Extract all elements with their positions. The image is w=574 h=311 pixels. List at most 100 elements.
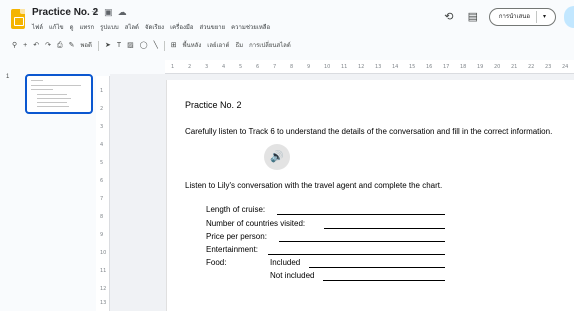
menu-insert[interactable]: แทรก <box>79 22 94 32</box>
ruler-tick: 2 <box>188 64 192 70</box>
shape-icon[interactable]: ◯ <box>140 38 148 54</box>
title-actions: ☆ ▣ ☁ <box>91 6 127 18</box>
document-title[interactable]: Practice No. 2 <box>32 7 98 18</box>
ruler-tick: 17 <box>443 64 450 70</box>
horizontal-ruler[interactable]: 1 2 3 4 5 6 7 8 9 10 11 12 13 14 15 16 1… <box>165 60 574 74</box>
new-slide-icon[interactable]: + <box>23 38 27 54</box>
toolbar-divider <box>163 41 165 51</box>
ruler-tick: 22 <box>528 64 535 70</box>
answer-blank-countries[interactable] <box>324 228 445 229</box>
undo-icon[interactable]: ↶ <box>33 38 39 54</box>
zoom-select[interactable]: พอดี <box>80 38 91 54</box>
field-label-included: Included <box>270 258 301 267</box>
thumb-line <box>37 106 69 107</box>
slide-instruction[interactable]: Carefully listen to Track 6 to understan… <box>185 126 570 138</box>
menu-format[interactable]: รูปแบบ <box>100 22 119 32</box>
vertical-ruler[interactable]: 1 2 3 4 5 6 7 8 9 10 11 12 13 <box>96 76 110 311</box>
chevron-down-icon[interactable]: ▾ <box>543 9 546 25</box>
menu-tools[interactable]: เครื่องมือ <box>170 22 193 32</box>
line-icon[interactable]: ╲ <box>154 38 158 54</box>
ruler-tick: 9 <box>307 64 311 70</box>
ruler-tick: 5 <box>100 160 104 166</box>
ruler-tick: 3 <box>205 64 209 70</box>
audio-speaker-icon[interactable]: 🔊 <box>264 144 290 170</box>
layout-button[interactable]: เลย์เอาต์ <box>207 38 229 54</box>
answer-blank-entertainment[interactable] <box>268 254 445 255</box>
ruler-tick: 5 <box>239 64 243 70</box>
ruler-tick: 13 <box>375 64 382 70</box>
ruler-tick: 7 <box>100 196 104 202</box>
move-folder-icon[interactable]: ▣ <box>104 6 113 18</box>
slides-logo-icon[interactable] <box>11 9 25 29</box>
thumb-line <box>37 98 71 99</box>
slide-filmstrip: 1 <box>0 60 110 311</box>
menu-arrange[interactable]: จัดเรียง <box>145 22 164 32</box>
field-label-price: Price per person: <box>206 232 267 241</box>
menu-view[interactable]: ดู <box>70 22 74 32</box>
ruler-tick: 7 <box>273 64 277 70</box>
thumb-line <box>37 94 67 95</box>
ruler-tick: 24 <box>562 64 569 70</box>
ruler-tick: 12 <box>100 286 107 292</box>
present-label: การนำเสนอ <box>498 14 530 20</box>
answer-blank-length[interactable] <box>277 214 445 215</box>
thumb-line <box>31 89 53 90</box>
ruler-tick: 15 <box>409 64 416 70</box>
slide-thumbnail[interactable] <box>25 74 93 114</box>
answer-blank-price[interactable] <box>279 241 445 242</box>
redo-icon[interactable]: ↷ <box>45 38 51 54</box>
ruler-tick: 3 <box>100 124 104 130</box>
image-icon[interactable]: ▨ <box>127 38 134 54</box>
star-icon[interactable]: ☆ <box>91 6 99 18</box>
cloud-status-icon[interactable]: ☁ <box>118 6 127 18</box>
slide-title[interactable]: Practice No. 2 <box>185 100 242 110</box>
ruler-tick: 1 <box>171 64 175 70</box>
answer-blank-included[interactable] <box>309 267 445 268</box>
ruler-tick: 21 <box>511 64 518 70</box>
menu-slide[interactable]: สไลด์ <box>125 22 139 32</box>
ruler-tick: 6 <box>100 178 104 184</box>
ruler-tick: 6 <box>256 64 260 70</box>
print-icon[interactable]: ⎙ <box>57 38 63 54</box>
answer-blank-not-included[interactable] <box>323 280 445 281</box>
text-box-icon[interactable]: T <box>117 38 121 54</box>
ruler-tick: 19 <box>477 64 484 70</box>
ruler-tick: 16 <box>426 64 433 70</box>
select-cursor-icon[interactable]: ➤ <box>105 38 111 54</box>
search-icon[interactable]: ⚲ <box>12 38 17 54</box>
history-icon[interactable]: ⟲ <box>441 9 457 25</box>
menu-bar: ไฟล์ แก้ไข ดู แทรก รูปแบบ สไลด์ จัดเรียง… <box>32 22 270 32</box>
ruler-tick: 11 <box>100 268 107 274</box>
ruler-tick: 4 <box>222 64 226 70</box>
menu-help[interactable]: ความช่วยเหลือ <box>231 22 270 32</box>
slide-canvas[interactable]: Practice No. 2 Carefully listen to Track… <box>166 80 574 311</box>
ruler-tick: 13 <box>100 300 107 306</box>
comment-add-icon[interactable]: ⊞ <box>171 38 177 54</box>
ruler-tick: 18 <box>460 64 467 70</box>
comments-icon[interactable]: ▤ <box>465 9 481 25</box>
menu-extensions[interactable]: ส่วนขยาย <box>199 22 225 32</box>
toolbar-divider <box>97 41 99 51</box>
share-button[interactable] <box>564 6 574 28</box>
menu-edit[interactable]: แก้ไข <box>49 22 64 32</box>
slide-task-text[interactable]: Listen to Lily's conversation with the t… <box>185 181 442 190</box>
ruler-tick: 8 <box>290 64 294 70</box>
ruler-tick: 11 <box>341 64 348 70</box>
ruler-tick: 1 <box>100 88 104 94</box>
ruler-tick: 10 <box>100 250 107 256</box>
thumb-line <box>31 80 43 81</box>
ruler-tick: 8 <box>100 214 104 220</box>
menu-file[interactable]: ไฟล์ <box>32 22 43 32</box>
field-label-entertainment: Entertainment: <box>206 245 259 254</box>
ruler-tick: 4 <box>100 142 104 148</box>
thumb-line <box>31 85 81 86</box>
theme-button[interactable]: ธีม <box>235 38 243 54</box>
present-button[interactable]: การนำเสนอ ▾ <box>488 8 556 26</box>
transition-button[interactable]: การเปลี่ยนสไลด์ <box>249 38 291 54</box>
slide-number: 1 <box>6 74 10 80</box>
slides-app: Practice No. 2 ☆ ▣ ☁ ไฟล์ แก้ไข ดู แทรก … <box>0 0 574 311</box>
ruler-tick: 14 <box>392 64 399 70</box>
header-actions: ⟲ ▤ การนำเสนอ ▾ <box>441 6 574 28</box>
background-button[interactable]: พื้นหลัง <box>183 38 202 54</box>
paint-format-icon[interactable]: ✎ <box>69 38 75 54</box>
